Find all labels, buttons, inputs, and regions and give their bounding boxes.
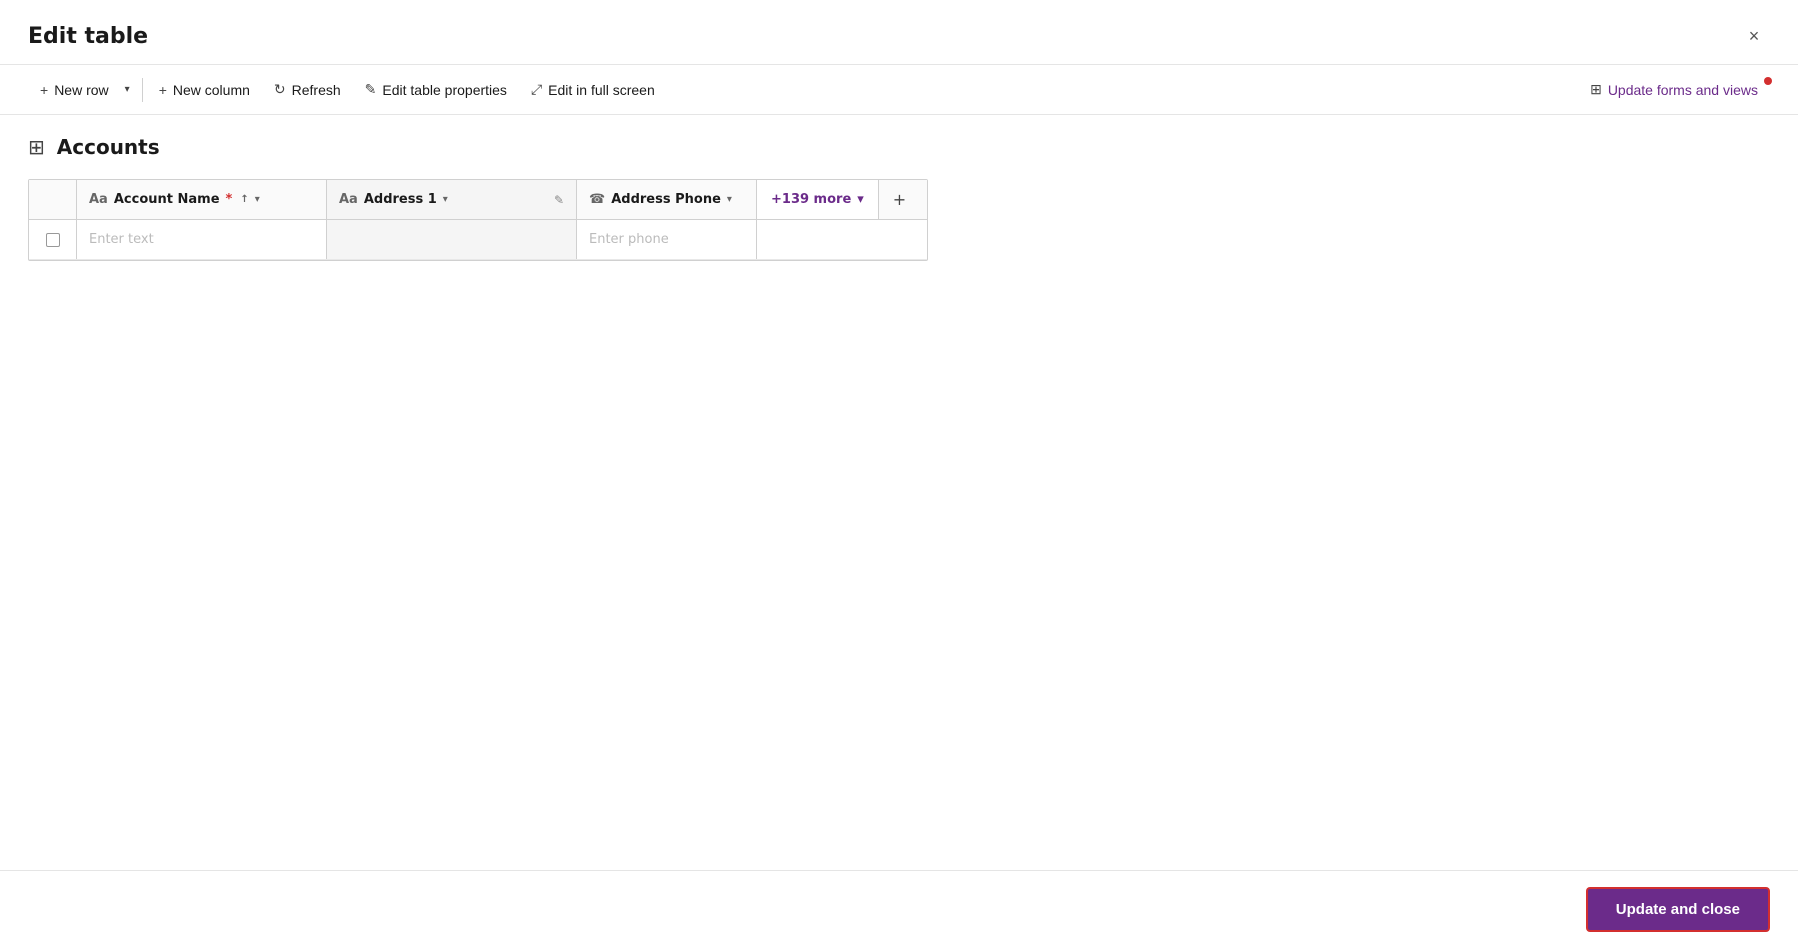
table-header-row: Aa Account Name * ↑ ▾ Aa Address 1 ▾ ✎ ☎…	[29, 180, 927, 220]
sort-asc-icon: ↑	[240, 194, 248, 205]
address1-label: Address 1	[364, 192, 437, 207]
required-indicator: *	[226, 192, 233, 207]
plus-column-icon: +	[159, 82, 167, 98]
column-header-address-phone[interactable]: ☎ Address Phone ▾	[577, 180, 757, 219]
pencil-icon: ✎	[365, 81, 377, 98]
phone-type-icon: ☎	[589, 192, 605, 207]
edit-fullscreen-button[interactable]: ⤢ Edit in full screen	[519, 73, 667, 106]
new-row-split-button: + New row ▾	[28, 74, 138, 106]
data-table: Aa Account Name * ↑ ▾ Aa Address 1 ▾ ✎ ☎…	[28, 179, 928, 261]
edit-table-properties-button[interactable]: ✎ Edit table properties	[353, 73, 519, 106]
edit-table-dialog: Edit table × + New row ▾ + New column ↻ …	[0, 0, 1798, 948]
notification-dot	[1764, 77, 1772, 85]
new-column-label: New column	[173, 82, 250, 98]
refresh-button[interactable]: ↻ Refresh	[262, 73, 353, 106]
table-grid-icon: ⊞	[28, 135, 45, 159]
title-bar: Edit table ×	[0, 0, 1798, 65]
address1-dropdown-icon: ▾	[443, 194, 448, 205]
toolbar-divider-1	[142, 78, 143, 102]
refresh-label: Refresh	[292, 82, 341, 98]
refresh-icon: ↻	[274, 81, 286, 98]
close-button[interactable]: ×	[1738, 20, 1770, 52]
column-header-account-name[interactable]: Aa Account Name * ↑ ▾	[77, 180, 327, 219]
row-checkbox[interactable]	[46, 233, 60, 247]
title-bar-left: Edit table	[28, 24, 148, 49]
row-cell-address-phone[interactable]: Enter phone	[577, 220, 757, 259]
address-phone-placeholder: Enter phone	[589, 232, 669, 247]
more-columns-button[interactable]: +139 more ▾	[757, 180, 879, 219]
table-name: Accounts	[57, 135, 160, 159]
new-column-button[interactable]: + New column	[147, 74, 262, 106]
address-phone-label: Address Phone	[611, 192, 721, 207]
table-row: Enter text Enter phone	[29, 220, 927, 260]
plus-icon: +	[40, 82, 48, 98]
new-row-dropdown-button[interactable]: ▾	[117, 76, 138, 103]
new-row-label: New row	[54, 82, 108, 98]
more-columns-label: +139 more	[771, 192, 851, 207]
toolbar: + New row ▾ + New column ↻ Refresh ✎ Edi…	[0, 65, 1798, 115]
toolbar-right: ⊞ Update forms and views	[1578, 73, 1770, 106]
row-checkbox-cell	[29, 220, 77, 259]
update-forms-button[interactable]: ⊞ Update forms and views	[1578, 73, 1770, 106]
address1-edit-icon: ✎	[554, 193, 564, 207]
row-cell-address1[interactable]	[327, 220, 577, 259]
table-update-icon: ⊞	[1590, 81, 1602, 98]
add-column-icon: +	[893, 190, 906, 209]
edit-fullscreen-label: Edit in full screen	[548, 82, 655, 98]
add-column-button[interactable]: +	[879, 180, 920, 219]
column-header-address1[interactable]: Aa Address 1 ▾ ✎	[327, 180, 577, 219]
more-columns-chevron: ▾	[857, 192, 864, 207]
account-name-placeholder: Enter text	[89, 232, 154, 247]
account-name-label: Account Name	[114, 192, 220, 207]
update-forms-label: Update forms and views	[1608, 82, 1758, 98]
content-area: ⊞ Accounts Aa Account Name * ↑ ▾ Aa	[0, 115, 1798, 870]
row-cell-account-name[interactable]: Enter text	[77, 220, 327, 259]
dialog-title: Edit table	[28, 24, 148, 49]
expand-icon: ⤢	[531, 81, 542, 98]
new-row-button[interactable]: + New row	[28, 74, 117, 106]
account-name-dropdown-icon: ▾	[255, 194, 260, 205]
footer: Update and close	[0, 870, 1798, 948]
header-checkbox-cell	[29, 180, 77, 219]
address-phone-dropdown-icon: ▾	[727, 194, 732, 205]
address1-type-icon: Aa	[339, 192, 358, 207]
table-heading: ⊞ Accounts	[28, 135, 1770, 159]
update-and-close-button[interactable]: Update and close	[1586, 887, 1770, 932]
edit-table-props-label: Edit table properties	[382, 82, 507, 98]
account-name-type-icon: Aa	[89, 192, 108, 207]
chevron-down-icon: ▾	[125, 84, 130, 95]
